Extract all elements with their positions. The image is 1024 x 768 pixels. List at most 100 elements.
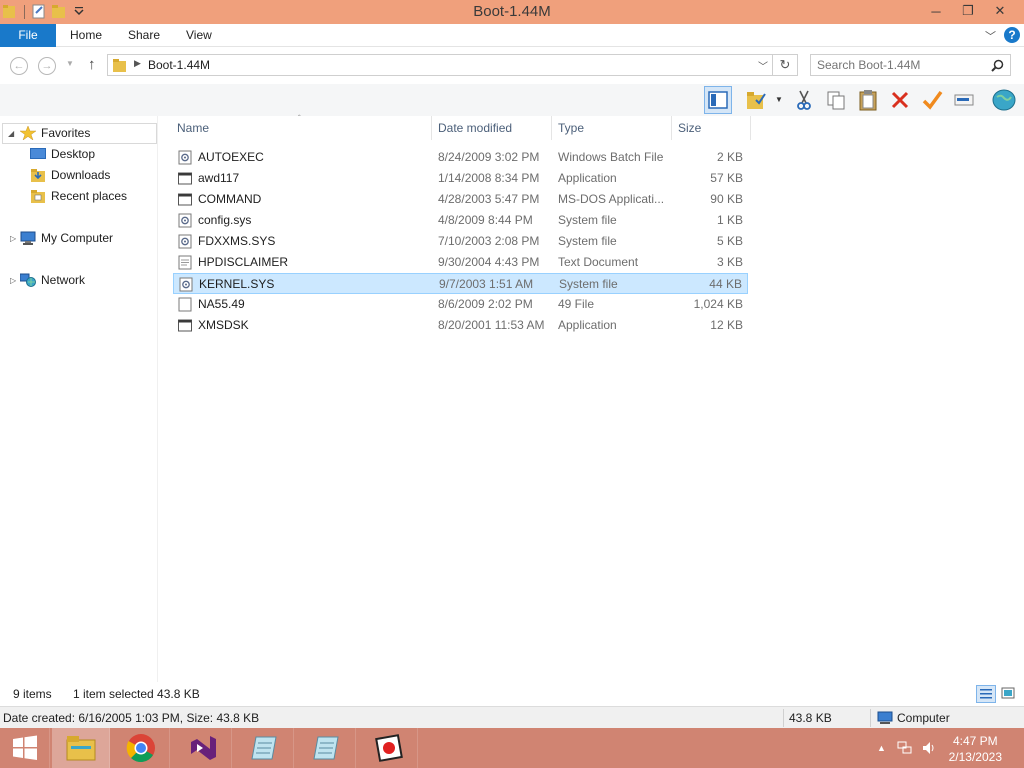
start-button[interactable] — [0, 728, 50, 768]
rename-icon — [954, 94, 974, 106]
file-size: 1,024 KB — [693, 297, 743, 311]
paste-icon — [859, 90, 877, 111]
show-hidden-icons-icon[interactable]: ▲ — [877, 743, 886, 753]
taskbar-notepad-1[interactable] — [236, 728, 294, 768]
file-type: System file — [559, 277, 618, 291]
desktop-icon — [30, 148, 46, 159]
network-icon — [20, 273, 36, 287]
preview-pane-button[interactable] — [704, 86, 732, 114]
address-dropdown-icon[interactable]: ﹀ — [758, 58, 768, 73]
navigation-pane: ◢ Favorites Desktop Downloads Recent pla… — [0, 116, 158, 682]
tab-file[interactable]: File — [0, 24, 56, 47]
checkmark-button[interactable] — [918, 86, 946, 114]
details-view-button[interactable] — [976, 685, 996, 703]
nav-downloads-label: Downloads — [51, 168, 111, 182]
downloads-icon — [31, 169, 45, 182]
folder-options-dropdown-icon[interactable]: ▼ — [775, 95, 783, 104]
expand-arrow-icon[interactable]: ▷ — [10, 234, 16, 243]
column-header-date[interactable]: Date modified — [432, 116, 551, 140]
taskbar-notepad-2[interactable] — [298, 728, 356, 768]
address-bar[interactable]: ▶ Boot-1.44M ﹀ — [107, 54, 773, 76]
expand-ribbon-icon[interactable]: ﹀ — [985, 28, 996, 44]
cut-icon — [797, 90, 811, 110]
table-row[interactable]: FDXXMS.SYS 7/10/2003 2:08 PM System file 5 … — [173, 231, 748, 252]
notepad-icon — [312, 736, 339, 760]
folder-options-button[interactable] — [742, 86, 770, 114]
table-row[interactable]: HPDISCLAIMER 9/30/2004 4:43 PM Text Docume… — [173, 252, 748, 273]
computer-icon — [20, 231, 36, 245]
breadcrumb-arrow-icon[interactable]: ▶ — [134, 58, 141, 69]
clock[interactable]: 4:47 PM 2/13/2023 — [949, 733, 1002, 765]
generic-file-icon — [178, 297, 192, 312]
taskbar-chrome[interactable] — [112, 728, 170, 768]
maximize-button[interactable]: ❐ — [952, 0, 984, 22]
file-date: 8/20/2001 11:53 AM — [438, 318, 545, 332]
notepad-icon — [250, 736, 277, 760]
chrome-icon — [126, 734, 155, 763]
large-icons-view-icon — [1001, 687, 1015, 699]
delete-button[interactable] — [886, 86, 914, 114]
column-header-type[interactable]: Type — [552, 116, 671, 140]
cut-button[interactable] — [790, 86, 818, 114]
search-icon[interactable] — [991, 59, 1004, 72]
tab-view[interactable]: View — [176, 24, 222, 47]
file-date: 4/8/2009 8:44 PM — [438, 213, 533, 227]
up-arrow-icon[interactable]: ↑ — [88, 56, 96, 73]
column-divider[interactable] — [750, 116, 751, 140]
nav-desktop-label: Desktop — [51, 147, 96, 161]
file-date: 1/14/2008 8:34 PM — [438, 171, 540, 185]
checkmark-icon — [922, 90, 943, 110]
column-header-size[interactable]: Size — [672, 116, 750, 140]
collapse-arrow-icon[interactable]: ◢ — [8, 129, 14, 138]
search-box[interactable] — [810, 54, 1011, 76]
expand-arrow-icon[interactable]: ▷ — [10, 276, 16, 285]
rename-button[interactable] — [950, 86, 978, 114]
forward-button[interactable]: → — [38, 57, 56, 75]
help-icon[interactable]: ? — [1004, 27, 1020, 43]
close-button[interactable]: ✕ — [984, 0, 1016, 22]
nav-recent-places[interactable]: Recent places — [30, 186, 127, 206]
nav-desktop[interactable]: Desktop — [30, 144, 95, 164]
taskbar-file-explorer[interactable] — [52, 728, 110, 768]
minimize-button[interactable]: ─ — [920, 0, 952, 22]
file-size: 57 KB — [710, 171, 743, 185]
nav-downloads[interactable]: Downloads — [30, 165, 110, 185]
breadcrumb-current[interactable]: Boot-1.44M — [148, 58, 210, 72]
globe-button[interactable] — [990, 86, 1018, 114]
taskbar-visual-studio[interactable] — [174, 728, 232, 768]
file-type: 49 File — [558, 297, 595, 311]
table-row[interactable]: COMMAND 4/28/2003 5:47 PM MS-DOS Applicati… — [173, 189, 748, 210]
table-row[interactable]: config.sys 4/8/2009 8:44 PM System file 1 K… — [173, 210, 748, 231]
nav-network[interactable]: Network — [20, 270, 85, 290]
network-tray-icon[interactable] — [897, 740, 913, 756]
back-button[interactable]: ← — [10, 57, 28, 75]
preview-pane-icon — [708, 91, 728, 109]
table-row[interactable]: NA55.49 8/6/2009 2:02 PM 49 File 1,024 KB — [173, 294, 748, 315]
recent-locations-icon[interactable]: ▼ — [66, 59, 74, 68]
status-bar: 9 items 1 item selected 43.8 KB — [0, 682, 1024, 706]
file-name: FDXXMS.SYS — [198, 234, 276, 248]
table-row-selected[interactable]: KERNEL.SYS 9/7/2003 1:51 AM System file 44 … — [173, 273, 748, 294]
file-type: Windows Batch File — [558, 150, 664, 164]
table-row[interactable]: AUTOEXEC 8/24/2009 3:02 PM Windows Batch F… — [173, 147, 748, 168]
taskbar-media-app[interactable] — [360, 728, 418, 768]
nav-my-computer[interactable]: My Computer — [20, 228, 113, 248]
large-icons-view-button[interactable] — [999, 685, 1019, 703]
column-header-name[interactable]: Name — [171, 116, 431, 140]
volume-icon[interactable] — [921, 740, 937, 756]
refresh-button[interactable]: ↻ — [773, 54, 798, 76]
file-name: AUTOEXEC — [198, 150, 264, 164]
table-row[interactable]: awd117 1/14/2008 8:34 PM Application 57 KB — [173, 168, 748, 189]
copy-button[interactable] — [822, 86, 850, 114]
tab-home[interactable]: Home — [60, 24, 112, 47]
details-size: 43.8 KB — [789, 711, 832, 725]
title-bar: Boot-1.44M ─ ❐ ✕ — [0, 0, 1024, 24]
table-row[interactable]: XMSDSK 8/20/2001 11:53 AM Application 12 KB — [173, 315, 748, 336]
file-type: System file — [558, 234, 617, 248]
file-size: 90 KB — [710, 192, 743, 206]
nav-favorites[interactable]: Favorites — [20, 123, 90, 143]
file-name: NA55.49 — [198, 297, 245, 311]
search-input[interactable] — [817, 58, 987, 72]
tab-share[interactable]: Share — [118, 24, 170, 47]
paste-button[interactable] — [854, 86, 882, 114]
